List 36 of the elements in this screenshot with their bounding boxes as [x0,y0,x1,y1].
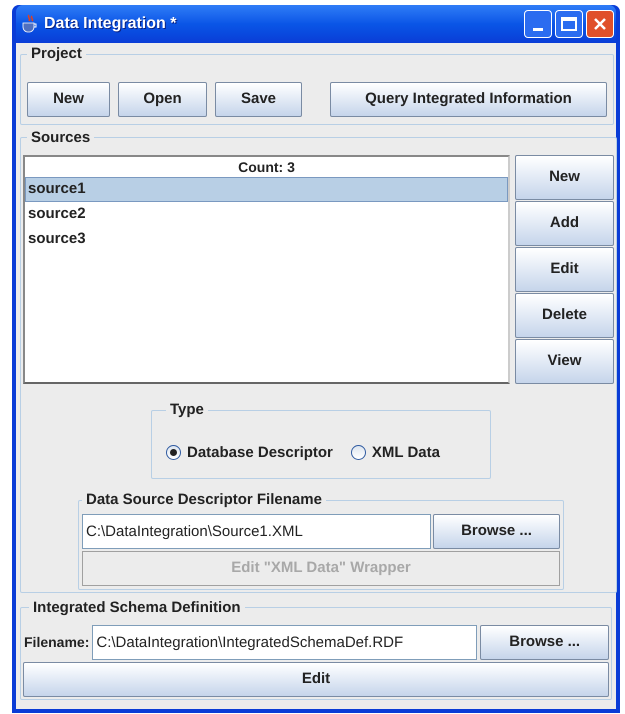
project-button[interactable]: Save [215,82,302,116]
side-button[interactable]: Add [515,201,614,246]
project-button[interactable]: New [27,82,110,116]
minimize-icon [533,28,543,31]
group-title: Type [169,400,205,420]
window-title: Data Integration * [44,14,176,34]
group-title: Sources [30,128,92,148]
close-icon [592,16,608,32]
group-title: Data Source Descriptor Filename [85,490,323,510]
minimize-button[interactable] [524,10,552,38]
project-button[interactable]: Open [118,82,207,116]
filename-label: Filename: [24,633,90,652]
group-title: Project [30,44,83,64]
close-button[interactable] [586,10,614,38]
maximize-icon [561,17,577,31]
coffee-cup-icon [20,14,38,34]
radio-button[interactable] [166,445,181,460]
list-item[interactable]: source1 [25,177,508,202]
group-title: Integrated Schema Definition [32,598,242,618]
maximize-button[interactable] [555,10,583,38]
side-button[interactable]: Delete [515,293,614,338]
filename-field[interactable]: C:\DataIntegration\Source1.XML [82,514,431,548]
radio-label: XML Data [372,442,440,462]
query-button[interactable]: Query Integrated Information [330,82,607,116]
list-header: Count: 3 [237,158,296,176]
browse-button[interactable]: Browse ... [433,514,560,548]
list-item[interactable]: source3 [25,227,508,252]
list-item[interactable]: source2 [25,202,508,227]
radio-label: Database Descriptor [187,442,333,462]
side-button[interactable]: Edit [515,247,614,292]
browse-button[interactable]: Browse ... [480,625,609,660]
radio-button[interactable] [350,445,366,460]
side-button[interactable]: New [515,155,614,200]
edit-button[interactable]: Edit [23,662,609,697]
filename-field[interactable]: C:\DataIntegration\IntegratedSchemaDef.RDF [92,625,478,660]
side-button[interactable]: View [515,339,614,384]
